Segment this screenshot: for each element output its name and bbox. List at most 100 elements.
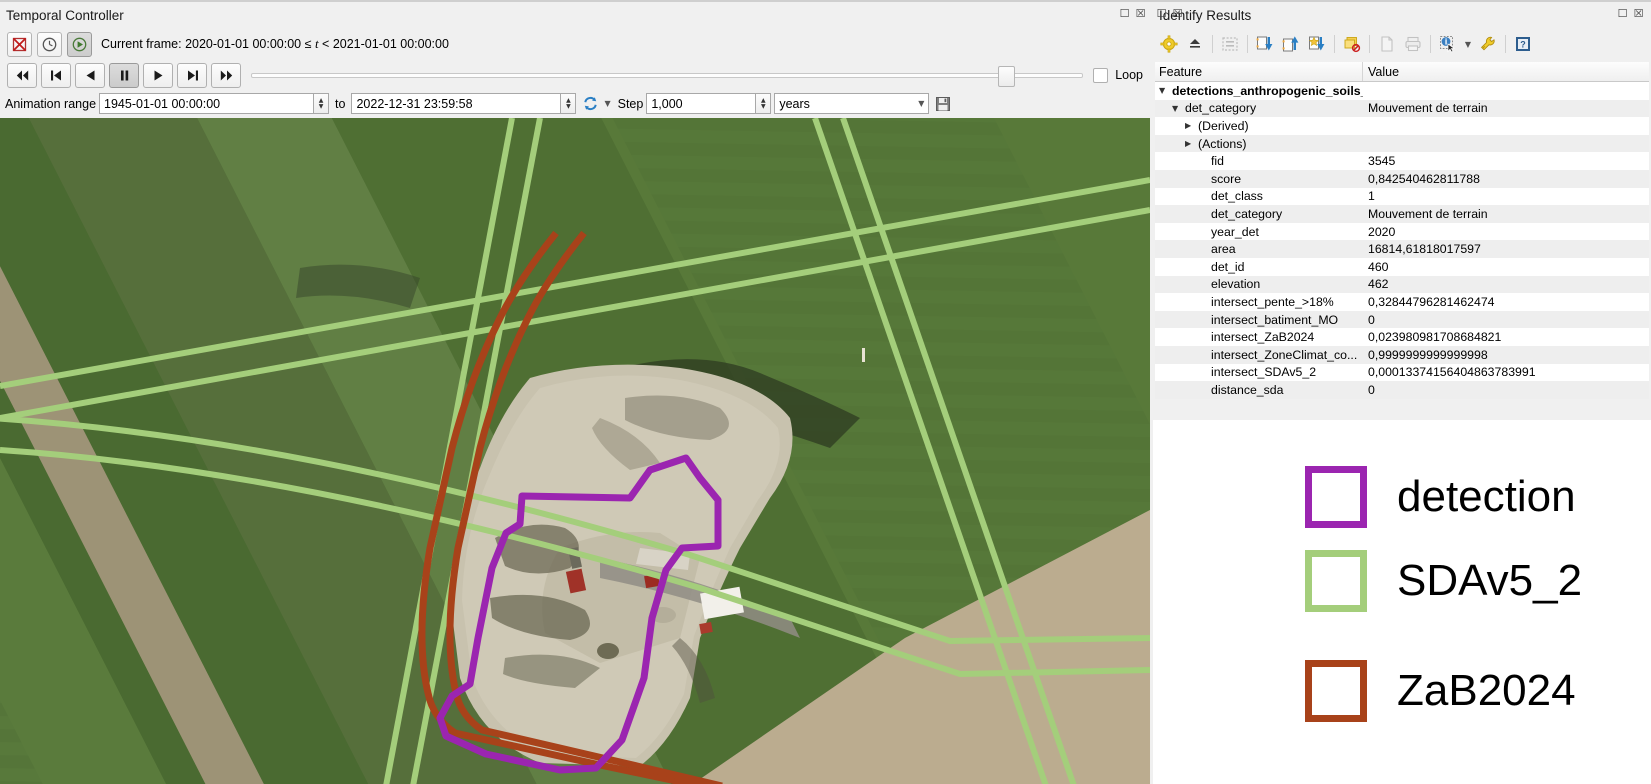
svg-text:?: ? (1520, 39, 1526, 49)
value-cell: 462 (1368, 277, 1389, 292)
close-icon[interactable]: ☒ (1632, 8, 1645, 21)
step-value-spinner[interactable]: ▲ ▼ (756, 93, 772, 114)
feature-cell: distance_sda (1155, 383, 1363, 397)
range-start-input[interactable]: 1945-01-01 00:00:00 (99, 93, 315, 114)
collapse-all-button[interactable] (1183, 32, 1207, 56)
navigation-off-button[interactable] (7, 31, 32, 57)
table-row[interactable]: det_class 1 (1155, 188, 1649, 206)
table-row[interactable]: year_det 2020 (1155, 223, 1649, 241)
export-up-icon (1282, 36, 1299, 52)
tree-header-row: Feature Value (1155, 62, 1649, 82)
table-row[interactable]: area 16814,61818017597 (1155, 240, 1649, 258)
legend-zab2024: ZaB2024 (1305, 660, 1576, 722)
set-range-from-layers-button[interactable] (579, 93, 601, 115)
chevron-down-icon[interactable]: ▼ (1159, 86, 1168, 95)
copy-feature-button[interactable] (1375, 32, 1399, 56)
range-menu-chevron-down-icon[interactable]: ▼ (604, 99, 610, 108)
highlight-all-button[interactable] (1305, 32, 1329, 56)
play-button[interactable] (143, 62, 173, 88)
identify-panel-dock-buttons: ☐ ☒ (1155, 8, 1184, 21)
save-icon (936, 96, 951, 111)
table-row[interactable]: intersect_SDAv5_2 0,000133741564048637839… (1155, 364, 1649, 382)
feature-key-label: intersect_pente_>18% (1211, 294, 1334, 309)
feature-key-label: intersect_SDAv5_2 (1211, 365, 1317, 380)
map-canvas[interactable] (0, 118, 1150, 784)
step-forward-button[interactable] (177, 62, 207, 88)
table-row[interactable]: det_category Mouvement de terrain (1155, 205, 1649, 223)
clock-icon (42, 37, 57, 51)
import-down-icon (1256, 36, 1273, 51)
skip-forward-icon (220, 70, 232, 80)
help-button[interactable]: ? (1511, 32, 1535, 56)
feature-cell: area (1155, 242, 1363, 256)
frame-slider[interactable] (251, 65, 1084, 87)
value-cell: 460 (1368, 259, 1389, 274)
pause-button[interactable] (109, 62, 139, 88)
table-row[interactable]: ▼ det_category Mouvement de terrain (1155, 99, 1649, 118)
table-row[interactable]: score 0,842540462811788 (1155, 169, 1649, 188)
table-row[interactable]: det_id 460 (1155, 258, 1649, 276)
clear-results-button[interactable] (1340, 32, 1364, 56)
toolbar-separator (1430, 35, 1431, 53)
identify-mode-button[interactable] (1436, 32, 1460, 56)
step-backward-button[interactable] (41, 62, 71, 88)
frame-slider-handle[interactable] (998, 65, 1016, 87)
column-header-value[interactable]: Value (1363, 62, 1649, 81)
feature-cell: det_category (1155, 207, 1363, 221)
feature-key-label: det_category (1185, 101, 1257, 116)
feature-cell: det_id (1155, 260, 1363, 274)
export-features-button[interactable] (1279, 32, 1303, 56)
float-icon[interactable]: ☐ (1155, 8, 1168, 21)
expand-new-results-button[interactable] (1157, 32, 1181, 56)
wrench-icon (1480, 36, 1495, 51)
close-icon[interactable]: ☒ (1134, 8, 1147, 21)
loop-checkbox[interactable] (1093, 67, 1109, 83)
table-row[interactable]: ▶ (Actions) (1155, 134, 1649, 153)
table-row[interactable]: elevation 462 (1155, 275, 1649, 294)
identify-settings-button[interactable] (1476, 32, 1500, 56)
table-row[interactable]: ▶ (Derived) (1155, 117, 1649, 135)
current-frame-op2: < (318, 37, 333, 51)
chevron-right-icon[interactable]: ▶ (1185, 139, 1194, 148)
step-value-input[interactable]: 1,000 (646, 93, 757, 114)
chevron-right-icon[interactable]: ▶ (1185, 121, 1194, 130)
table-row[interactable]: intersect_pente_>18% 0,32844796281462474 (1155, 293, 1649, 311)
feature-key-label: det_category (1211, 206, 1283, 221)
table-row[interactable]: distance_sda 0 (1155, 381, 1649, 399)
feature-key-label: year_det (1211, 224, 1259, 239)
float-icon[interactable]: ☐ (1118, 8, 1131, 21)
feature-cell: ▼ detections_anthropogenic_soils_vaud [3] (1155, 84, 1363, 98)
column-header-feature[interactable]: Feature (1155, 62, 1363, 81)
table-row[interactable]: intersect_ZoneClimat_co... 0,999999999999… (1155, 345, 1649, 364)
float-icon[interactable]: ☐ (1616, 8, 1629, 21)
chevron-down-icon[interactable]: ▼ (1172, 104, 1181, 113)
range-start-spinner[interactable]: ▲ ▼ (314, 93, 330, 114)
rewind-to-start-button[interactable] (7, 62, 37, 88)
toolbar-separator (1369, 35, 1370, 53)
current-frame-end: 2021-01-01 00:00:00 (332, 37, 449, 51)
copy-to-clipboard-button[interactable] (1253, 32, 1277, 56)
select-features-button[interactable] (1218, 32, 1242, 56)
step-group: 1,000 ▲ ▼ (646, 93, 772, 114)
play-reverse-button[interactable] (75, 62, 105, 88)
forward-to-end-button[interactable] (211, 62, 241, 88)
identify-mode-dropdown[interactable]: ▼ (1462, 32, 1474, 56)
table-row[interactable]: ▼ detections_anthropogenic_soils_vaud [3] (1155, 82, 1649, 100)
close-icon[interactable]: ☒ (1171, 8, 1184, 21)
value-cell: 1 (1368, 189, 1375, 204)
value-cell: 0,023980981708684821 (1368, 330, 1502, 345)
range-end-input[interactable]: 2022-12-31 23:59:58 (351, 93, 562, 114)
table-row[interactable]: intersect_batiment_MO 0 (1155, 310, 1649, 329)
table-row[interactable]: fid 3545 (1155, 152, 1649, 170)
print-button[interactable] (1401, 32, 1425, 56)
feature-key-label: fid (1211, 154, 1224, 169)
save-animation-button[interactable] (932, 93, 954, 115)
range-end-spinner[interactable]: ▲ ▼ (561, 93, 577, 114)
step-unit-select[interactable]: years ▼ (774, 93, 930, 114)
table-row[interactable]: intersect_ZaB2024 0,023980981708684821 (1155, 328, 1649, 346)
animation-mode-button[interactable] (67, 31, 92, 57)
fixed-range-button[interactable] (37, 31, 62, 57)
